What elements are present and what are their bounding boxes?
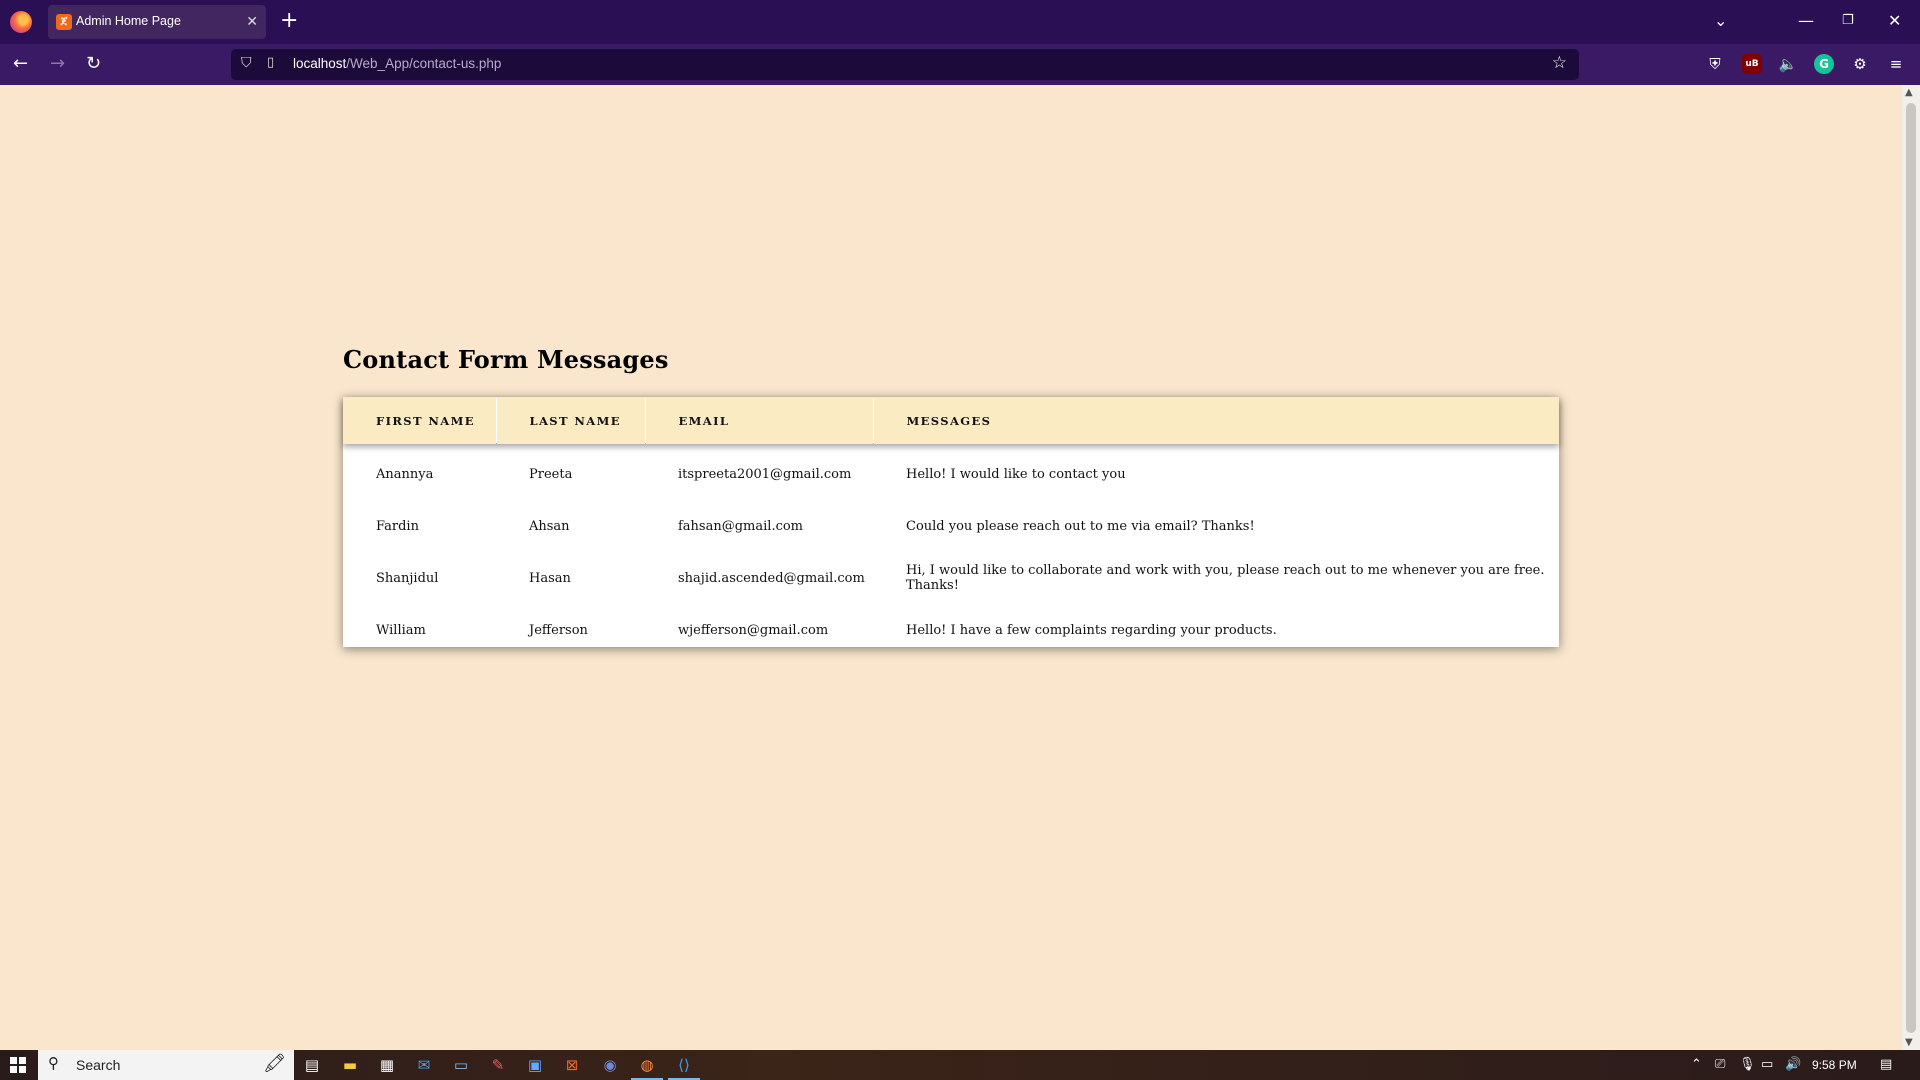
cell-message: Could you please reach out to me via ema…: [906, 518, 1255, 534]
xampp-icon[interactable]: ⊠: [561, 1054, 583, 1076]
messages-table-card: FIRST NAME LAST NAME EMAIL MESSAGES Anan…: [343, 397, 1559, 647]
table-row: Shanjidul Hasan shajid.ascended@gmail.co…: [343, 552, 1559, 604]
table-row: William Jefferson wjefferson@gmail.com H…: [343, 604, 1559, 656]
cell-first-name: Shanjidul: [376, 570, 439, 586]
cell-message: Hello! I have a few complaints regarding…: [906, 622, 1277, 638]
search-icon: ⚲: [48, 1054, 59, 1072]
firefox-taskbar-icon[interactable]: ◍: [631, 1054, 663, 1080]
cell-last-name: Ahsan: [529, 518, 570, 534]
url-host: localhost: [293, 56, 347, 71]
firefox-logo-icon[interactable]: [10, 11, 32, 33]
search-highlight-icon: 🖍: [263, 1053, 286, 1074]
bookmark-star-icon[interactable]: ☆: [1552, 53, 1567, 73]
browser-navbar: ← → ↻ ⛉ ▯ localhost/Web_App/contact-us.p…: [0, 44, 1920, 85]
col-email: EMAIL: [644, 397, 873, 444]
volume-icon[interactable]: 🔈: [1778, 54, 1798, 74]
network-icon[interactable]: ▭: [1761, 1057, 1773, 1072]
xampp-favicon-icon: ጀ: [56, 14, 72, 30]
remote-desktop-icon[interactable]: ▭: [450, 1054, 472, 1076]
tab-close-icon[interactable]: ✕: [246, 12, 258, 32]
meet-now-icon[interactable]: ⎚: [1715, 1057, 1725, 1072]
cell-first-name: Anannya: [376, 466, 434, 482]
paint-icon[interactable]: ✎: [487, 1054, 509, 1076]
url-text[interactable]: localhost/Web_App/contact-us.php: [293, 56, 501, 71]
cell-last-name: Jefferson: [529, 622, 588, 638]
cell-email: fahsan@gmail.com: [678, 518, 804, 534]
table-row: Fardin Ahsan fahsan@gmail.com Could you …: [343, 500, 1559, 552]
menu-icon[interactable]: ≡: [1886, 54, 1906, 74]
speaker-icon[interactable]: 🔊: [1785, 1057, 1801, 1072]
tray-chevron-icon[interactable]: ⌃: [1691, 1057, 1702, 1072]
scroll-thumb[interactable]: [1906, 103, 1916, 1033]
windows-taskbar: ⚲ Search 🖍 ▤ ▬ ▦ ✉ ▭ ✎ ▣ ⊠ ◉ ◍ ⟨⟩ ⌃ ⎚ 🎙 …: [0, 1050, 1920, 1080]
cell-email: itspreeta2001@gmail.com: [678, 466, 852, 482]
restore-icon[interactable]: ❐: [1842, 10, 1854, 32]
browser-tab[interactable]: ጀ Admin Home Page ✕: [48, 5, 266, 39]
table-header-row: FIRST NAME LAST NAME EMAIL MESSAGES: [343, 397, 1559, 444]
scroll-up-icon[interactable]: ▲: [1905, 87, 1913, 98]
store-icon[interactable]: ▦: [376, 1054, 398, 1076]
tracking-shield-icon[interactable]: ⛉: [241, 55, 252, 71]
cell-message: Hi, I would like to collaborate and work…: [906, 563, 1545, 593]
cell-message: Hello! I would like to contact you: [906, 466, 1126, 482]
notifications-icon[interactable]: ▤: [1880, 1057, 1892, 1072]
cell-last-name: Preeta: [529, 466, 573, 482]
vscode-icon[interactable]: ⟨⟩: [668, 1054, 700, 1080]
search-label: Search: [76, 1057, 121, 1073]
taskbar-clock[interactable]: 9:58 PM: [1812, 1058, 1857, 1072]
page-info-icon[interactable]: ▯: [267, 55, 274, 70]
ublock-origin-icon[interactable]: uB: [1742, 54, 1762, 74]
table-row: Anannya Preeta itspreeta2001@gmail.com H…: [343, 444, 1559, 500]
back-icon[interactable]: ←: [13, 53, 28, 75]
task-view-icon[interactable]: ▤: [301, 1054, 323, 1076]
mail-icon[interactable]: ✉: [413, 1054, 435, 1076]
url-path: /Web_App/contact-us.php: [346, 56, 502, 71]
cell-email: shajid.ascended@gmail.com: [678, 570, 865, 586]
minimize-icon[interactable]: —: [1798, 10, 1814, 32]
url-bar[interactable]: ⛉ ▯ localhost/Web_App/contact-us.php ☆: [231, 49, 1579, 80]
scrollbar[interactable]: ▲ ▼: [1902, 85, 1920, 1050]
file-explorer-icon[interactable]: ▬: [339, 1054, 361, 1076]
windows-start-icon[interactable]: [10, 1057, 26, 1073]
cell-first-name: Fardin: [376, 518, 419, 534]
messages-table: FIRST NAME LAST NAME EMAIL MESSAGES Anan…: [343, 397, 1559, 656]
microphone-icon[interactable]: 🎙: [1739, 1057, 1756, 1072]
taskbar-search[interactable]: ⚲ Search 🖍: [38, 1050, 294, 1080]
scroll-down-icon[interactable]: ▼: [1905, 1037, 1913, 1048]
tab-title: Admin Home Page: [76, 14, 181, 28]
photos-icon[interactable]: ▣: [524, 1054, 546, 1076]
extensions-icon[interactable]: ⚙: [1850, 54, 1870, 74]
col-messages: MESSAGES: [872, 397, 1559, 444]
pocket-icon[interactable]: ⛨: [1705, 54, 1725, 74]
cell-email: wjefferson@gmail.com: [678, 622, 829, 638]
list-all-tabs-icon[interactable]: ⌄: [1714, 10, 1727, 32]
close-window-icon[interactable]: ✕: [1888, 10, 1901, 32]
browser-titlebar: ጀ Admin Home Page ✕ + ⌄ — ❐ ✕: [0, 0, 1920, 44]
new-tab-icon[interactable]: +: [280, 9, 298, 33]
forward-icon[interactable]: →: [50, 53, 65, 75]
grammarly-icon[interactable]: G: [1814, 54, 1834, 74]
cell-last-name: Hasan: [529, 570, 571, 586]
cell-first-name: William: [376, 622, 426, 638]
page-title: Contact Form Messages: [343, 345, 669, 374]
reload-icon[interactable]: ↻: [86, 53, 101, 75]
col-first-name: FIRST NAME: [376, 413, 475, 428]
col-last-name: LAST NAME: [495, 397, 645, 444]
discord-icon[interactable]: ◉: [599, 1054, 621, 1076]
